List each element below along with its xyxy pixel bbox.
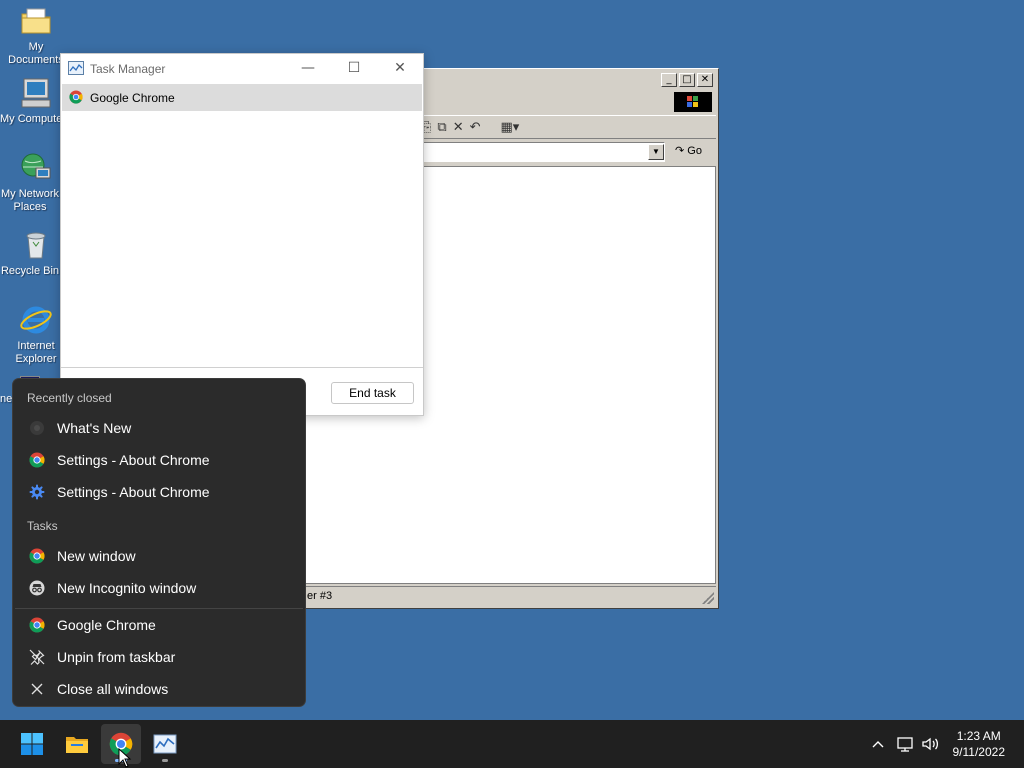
jump-item-new-incognito-window[interactable]: New Incognito window bbox=[15, 573, 303, 603]
process-name: Google Chrome bbox=[90, 91, 175, 105]
task-manager-icon bbox=[68, 61, 84, 75]
taskbar: 1:23 AM 9/11/2022 bbox=[0, 720, 1024, 768]
close-icon bbox=[31, 683, 43, 695]
chrome-icon bbox=[69, 90, 83, 104]
chrome-icon bbox=[29, 452, 45, 468]
folder-icon bbox=[19, 4, 53, 38]
status-bar: er #3 bbox=[303, 586, 716, 606]
chevron-up-icon[interactable] bbox=[868, 734, 888, 754]
running-indicator bbox=[162, 759, 168, 762]
chrome-icon bbox=[29, 548, 45, 564]
close-button[interactable]: ✕ bbox=[697, 73, 713, 87]
status-text: er #3 bbox=[307, 590, 333, 602]
minimize-button[interactable]: _ bbox=[661, 73, 677, 87]
jump-item-google-chrome[interactable]: Google Chrome bbox=[15, 610, 303, 640]
chevron-down-icon[interactable]: ▼ bbox=[648, 144, 664, 160]
computer-icon bbox=[19, 76, 53, 110]
jump-item-whats-new[interactable]: What's New bbox=[15, 413, 303, 443]
minimize-button[interactable]: — bbox=[285, 54, 331, 84]
task-manager-window[interactable]: Task Manager — ☐ ✕ Google Chrome End tas… bbox=[60, 53, 424, 416]
desktop-icon-label: My Computer bbox=[0, 113, 60, 125]
network-icon bbox=[19, 151, 53, 185]
clock-time: 1:23 AM bbox=[956, 729, 1001, 743]
divider bbox=[15, 608, 303, 609]
start-button[interactable] bbox=[12, 724, 52, 764]
window-title: Task Manager bbox=[90, 62, 166, 76]
jump-item-unpin-from-taskbar[interactable]: Unpin from taskbar bbox=[15, 642, 303, 672]
task-manager-icon bbox=[153, 734, 177, 754]
desktop-icon-label: Recycle Bin bbox=[0, 265, 60, 277]
delete-icon[interactable]: ✕ bbox=[453, 119, 464, 135]
tasks-header: Tasks bbox=[27, 519, 58, 533]
incognito-icon bbox=[29, 580, 45, 596]
jump-item-settings-about-chrome[interactable]: Settings - About Chrome bbox=[15, 445, 303, 475]
clock-date: 9/11/2022 bbox=[952, 745, 1006, 759]
jump-item-label: New Incognito window bbox=[57, 580, 197, 596]
chrome-jump-list: Recently closed What's New Settings - Ab… bbox=[12, 378, 306, 707]
process-row[interactable]: Google Chrome bbox=[62, 84, 422, 111]
task-manager-titlebar[interactable]: Task Manager — ☐ ✕ bbox=[61, 54, 423, 84]
recently-closed-header: Recently closed bbox=[27, 391, 112, 405]
undo-icon[interactable]: ↶ bbox=[470, 119, 481, 135]
network-icon[interactable] bbox=[895, 734, 915, 754]
jump-item-label: Settings - About Chrome bbox=[57, 484, 210, 500]
end-task-button[interactable]: End task bbox=[331, 382, 414, 404]
jump-item-label: What's New bbox=[57, 420, 132, 436]
go-button[interactable]: ↷ Go bbox=[675, 144, 702, 157]
whats-new-icon bbox=[30, 421, 44, 435]
jump-item-label: Google Chrome bbox=[57, 617, 156, 633]
windows-start-icon bbox=[21, 733, 43, 755]
maximize-button[interactable]: ☐ bbox=[331, 54, 377, 84]
folder-icon bbox=[66, 737, 88, 753]
internet-explorer-icon bbox=[19, 303, 53, 337]
gear-icon bbox=[29, 484, 45, 500]
chrome-icon bbox=[29, 617, 45, 633]
maximize-button[interactable]: □ bbox=[679, 73, 695, 87]
unpin-icon bbox=[29, 649, 45, 665]
views-icon[interactable]: ▦▾ bbox=[501, 119, 520, 135]
mouse-cursor-icon bbox=[118, 748, 132, 768]
task-manager-taskbar-button[interactable] bbox=[145, 724, 185, 764]
jump-item-label: Unpin from taskbar bbox=[57, 649, 176, 665]
volume-icon[interactable] bbox=[920, 734, 940, 754]
recycle-bin-icon bbox=[19, 228, 53, 262]
resize-grip-icon[interactable] bbox=[702, 592, 714, 604]
file-explorer-button[interactable] bbox=[57, 724, 97, 764]
close-button[interactable]: ✕ bbox=[377, 54, 423, 84]
jump-item-label: Close all windows bbox=[57, 681, 169, 697]
copy-to-icon[interactable]: ⧉ bbox=[437, 119, 446, 135]
jump-item-label: Settings - About Chrome bbox=[57, 452, 210, 468]
windows-logo-icon bbox=[674, 92, 712, 112]
jump-item-close-all-windows[interactable]: Close all windows bbox=[15, 674, 303, 704]
jump-item-settings-about-chrome-2[interactable]: Settings - About Chrome bbox=[15, 477, 303, 507]
system-clock[interactable]: 1:23 AM 9/11/2022 bbox=[953, 728, 1006, 760]
jump-item-new-window[interactable]: New window bbox=[15, 541, 303, 571]
jump-item-label: New window bbox=[57, 548, 136, 564]
desktop-icon-label: My Network Places bbox=[0, 188, 60, 213]
